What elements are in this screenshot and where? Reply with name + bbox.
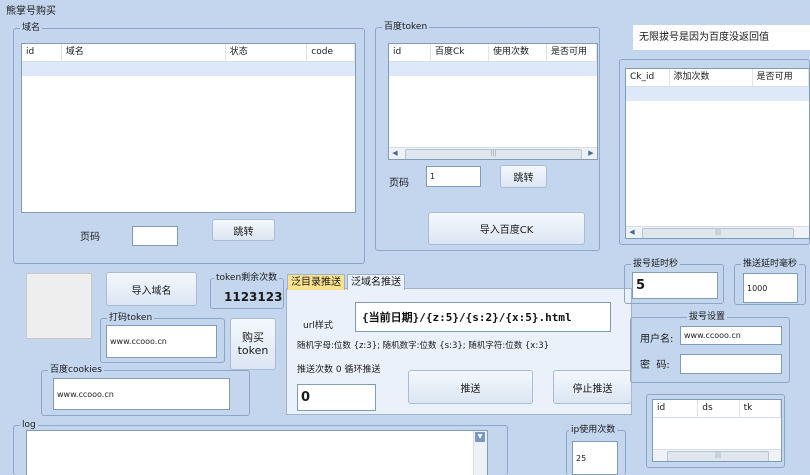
scroll-right-icon[interactable]: ▶: [585, 148, 597, 159]
ck-hscroll[interactable]: ◀ |||: [626, 226, 809, 238]
baidu-page-input[interactable]: 1: [426, 166, 481, 187]
buy-token-label-2: token: [237, 344, 269, 357]
baidu-token-legend: 百度token: [382, 21, 430, 33]
push-count-label: 推送次数 0 循环推送: [297, 365, 381, 375]
ip-table-hscroll[interactable]: |||: [653, 449, 781, 461]
ip-table[interactable]: id ds tk |||: [652, 399, 782, 462]
image-placeholder: [26, 273, 92, 339]
col-ck-id[interactable]: Ck_id: [626, 69, 670, 86]
import-domain-button[interactable]: 导入域名: [106, 272, 197, 306]
domain-jump-button[interactable]: 跳转: [212, 219, 275, 241]
scroll-left-icon[interactable]: ◀: [389, 148, 401, 159]
scroll-thumb[interactable]: |||: [642, 228, 794, 238]
push-delay-legend: 推送延时毫秒: [741, 258, 800, 270]
col-baidu-ck[interactable]: 百度Ck: [431, 44, 489, 61]
dama-token-input[interactable]: www.ccooo.cn: [106, 325, 217, 358]
log-vscroll[interactable]: ▼: [473, 431, 487, 475]
tab-fan-mulu-push[interactable]: 泛目录推送: [287, 274, 345, 290]
baidu-page-label: 页码: [389, 178, 409, 189]
url-template-input[interactable]: {当前日期}/{z:5}/{s:2}/{x:5}.html: [355, 302, 611, 332]
ip-table-header: id ds tk: [653, 400, 781, 418]
url-style-label: url样式: [303, 321, 333, 331]
dial-settings-legend: 拔号设置: [687, 311, 728, 323]
domain-list-row[interactable]: [22, 62, 355, 76]
scroll-up-icon[interactable]: ▼: [475, 432, 485, 442]
ck-list[interactable]: Ck_id 添加次数 是否可用 ◀ |||: [625, 68, 810, 239]
stop-push-button[interactable]: 停止推送: [553, 370, 632, 404]
ck-list-row[interactable]: [626, 87, 809, 101]
random-hint: 随机字母:位数 {z:3}; 随机数字:位数 {s:3}; 随机字符:位数 {x…: [297, 341, 550, 351]
window-title: 熊掌号购买: [6, 6, 56, 17]
col-domain[interactable]: 域名: [62, 44, 226, 61]
push-count-input[interactable]: 0: [297, 384, 376, 411]
domain-legend: 域名: [20, 22, 43, 34]
tab-fan-domain-push[interactable]: 泛域名推送: [347, 274, 405, 290]
username-input[interactable]: www.ccooo.cn: [680, 326, 782, 345]
notice-text: 无限拔号是因为百度没返回值: [639, 32, 769, 43]
scroll-thumb[interactable]: |||: [667, 451, 769, 461]
push-delay-input[interactable]: 1000: [743, 273, 798, 303]
col-available[interactable]: 是否可用: [547, 44, 597, 61]
col-available[interactable]: 是否可用: [753, 69, 809, 86]
baidu-jump-button[interactable]: 跳转: [500, 165, 547, 188]
username-label: 用户名:: [640, 334, 674, 345]
baidu-cookies-legend: 百度cookies: [48, 364, 104, 376]
log-textarea[interactable]: ▼: [26, 430, 488, 475]
ip-usage-input[interactable]: 25: [572, 441, 618, 475]
baidu-token-header: id 百度Ck 使用次数 是否可用: [389, 44, 597, 62]
col-ds[interactable]: ds: [698, 400, 740, 417]
notice-box: 无限拔号是因为百度没返回值: [633, 25, 810, 50]
password-label: 密 码:: [640, 360, 670, 371]
import-baidu-ck-button[interactable]: 导入百度CK: [428, 212, 585, 245]
password-input[interactable]: [680, 354, 782, 374]
dial-delay-input[interactable]: 5: [632, 272, 718, 299]
token-remaining-legend: token剩余次数: [214, 272, 280, 284]
domain-page-label: 页码: [80, 232, 100, 243]
token-remaining-value: 1123123: [224, 290, 283, 304]
buy-token-label-1: 购买: [242, 331, 264, 344]
ip-usage-legend: ip使用次数: [569, 424, 618, 436]
col-id[interactable]: id: [22, 44, 62, 61]
domain-list[interactable]: id 域名 状态 code: [21, 43, 356, 213]
col-add-count[interactable]: 添加次数: [670, 69, 753, 86]
col-code[interactable]: code: [307, 44, 355, 61]
col-tk[interactable]: tk: [740, 400, 781, 417]
scroll-left-icon[interactable]: ◀: [626, 227, 638, 238]
domain-page-input[interactable]: [132, 226, 178, 246]
scroll-thumb[interactable]: |||: [405, 149, 582, 159]
buy-token-button[interactable]: 购买 token: [230, 318, 276, 370]
col-id[interactable]: id: [653, 400, 699, 417]
baidu-token-hscroll[interactable]: ◀ ||| ▶: [389, 147, 597, 159]
dial-delay-legend: 拔号延时秒: [631, 258, 681, 270]
baidu-cookies-input[interactable]: www.ccooo.cn: [53, 378, 230, 410]
col-id[interactable]: id: [389, 44, 431, 61]
col-status[interactable]: 状态: [226, 44, 308, 61]
ck-list-header: Ck_id 添加次数 是否可用: [626, 69, 809, 87]
col-use-count[interactable]: 使用次数: [489, 44, 547, 61]
domain-list-header: id 域名 状态 code: [22, 44, 355, 62]
push-button[interactable]: 推送: [408, 370, 533, 404]
baidu-token-list[interactable]: id 百度Ck 使用次数 是否可用 ◀ ||| ▶: [388, 43, 598, 160]
baidu-token-row[interactable]: [389, 62, 597, 76]
dama-token-legend: 打码token: [107, 312, 155, 324]
